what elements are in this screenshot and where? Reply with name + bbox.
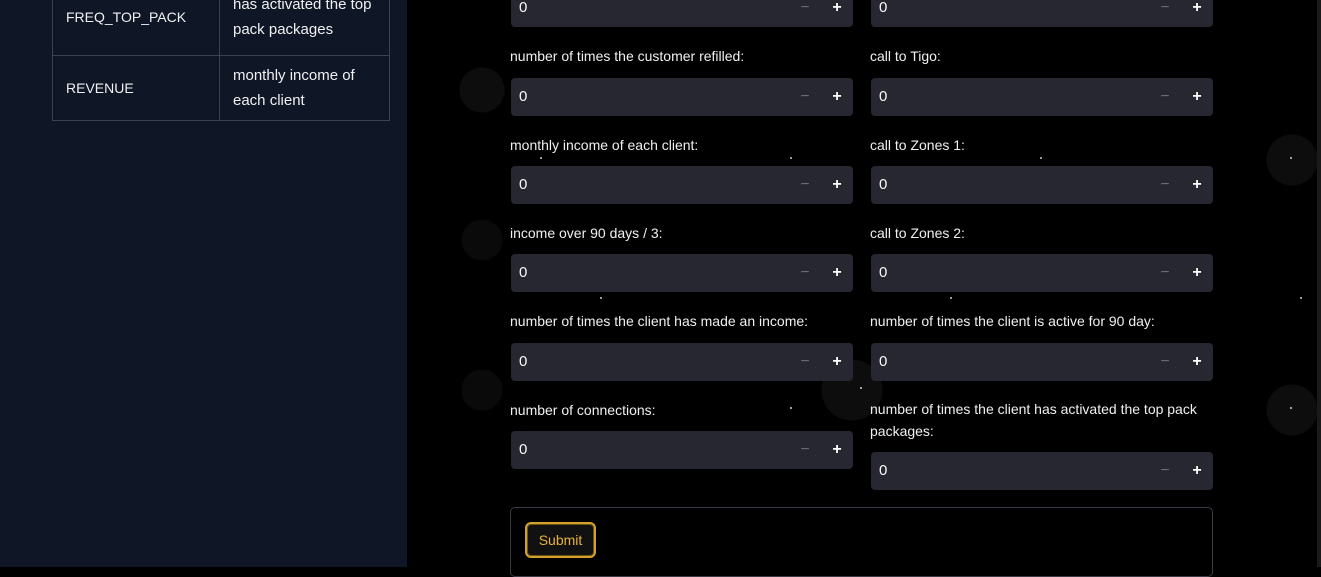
decrement-button[interactable]: − — [789, 78, 821, 116]
star-decoration — [790, 157, 792, 159]
increment-button[interactable]: + — [821, 343, 853, 381]
field-top-pack: number of times the client has activated… — [870, 398, 1213, 490]
field-monthly-income: monthly income of each client: 0 − + — [510, 134, 853, 204]
star-decoration — [1290, 157, 1292, 159]
number-input-value[interactable]: 0 — [879, 166, 887, 204]
field-call-zones-2: call to Zones 2: 0 − + — [870, 222, 1213, 292]
number-input-value[interactable]: 0 — [519, 166, 527, 204]
feature-description-table: FREQ_TOP_PACK has activated the top pack… — [52, 0, 390, 121]
decrement-button[interactable]: − — [789, 343, 821, 381]
star-decoration — [950, 297, 952, 299]
table-cell-key: REVENUE — [52, 55, 220, 121]
field-connections: number of connections: 0 − + — [510, 399, 853, 469]
number-input-value[interactable]: 0 — [879, 254, 887, 292]
decrement-button[interactable]: − — [789, 0, 821, 27]
table-row: FREQ_TOP_PACK has activated the top pack… — [52, 0, 390, 56]
decrement-button[interactable]: − — [1149, 343, 1181, 381]
field-label: call to Zones 2: — [870, 225, 965, 241]
increment-button[interactable]: + — [1181, 78, 1213, 116]
increment-button[interactable]: + — [821, 254, 853, 292]
number-input-value[interactable]: 0 — [879, 452, 887, 490]
increment-button[interactable]: + — [821, 431, 853, 469]
increment-button[interactable]: + — [821, 0, 853, 27]
star-decoration — [600, 297, 602, 299]
table-row: REVENUE monthly income of each client — [52, 55, 390, 121]
field-label: monthly income of each client: — [510, 137, 699, 153]
decrement-button[interactable]: − — [789, 254, 821, 292]
star-decoration — [1290, 407, 1292, 409]
field-label: income over 90 days / 3: — [510, 225, 663, 241]
number-input-top-right[interactable]: 0 − + — [871, 0, 1213, 27]
field-active-90-days: number of times the client is active for… — [870, 310, 1213, 381]
number-input-income-count[interactable]: 0 − + — [511, 343, 853, 381]
increment-button[interactable]: + — [1181, 452, 1213, 490]
decrement-button[interactable]: − — [789, 431, 821, 469]
increment-button[interactable]: + — [821, 166, 853, 204]
decrement-button[interactable]: − — [1149, 0, 1181, 27]
number-input-value[interactable]: 0 — [519, 78, 527, 116]
field-label: call to Tigo: — [870, 48, 941, 64]
field-income-90-days: income over 90 days / 3: 0 − + — [510, 222, 853, 292]
main-content: 0 − + 0 − + number of times the customer… — [407, 0, 1321, 577]
number-input-top-left[interactable]: 0 − + — [511, 0, 853, 27]
table-cell-value: has activated the top pack packages — [219, 0, 390, 56]
field-label: number of times the client is active for… — [870, 313, 1155, 329]
table-cell-value: monthly income of each client — [219, 55, 390, 121]
number-input-call-zones-2[interactable]: 0 − + — [871, 254, 1213, 292]
sidebar: FREQ_TOP_PACK has activated the top pack… — [0, 0, 408, 567]
number-input-value[interactable]: 0 — [879, 0, 887, 27]
number-input-refills[interactable]: 0 − + — [511, 78, 853, 116]
increment-button[interactable]: + — [1181, 0, 1213, 27]
star-decoration — [860, 387, 862, 389]
decrement-button[interactable]: − — [1149, 166, 1181, 204]
field-label: number of times the client has made an i… — [510, 313, 809, 329]
number-input-active-90-days[interactable]: 0 − + — [871, 343, 1213, 381]
decrement-button[interactable]: − — [789, 166, 821, 204]
field-call-zones-1: call to Zones 1: 0 − + — [870, 134, 1213, 204]
field-call-tigo: call to Tigo: 0 − + — [870, 45, 1213, 116]
field-label: number of times the customer refilled: — [510, 48, 745, 64]
increment-button[interactable]: + — [1181, 343, 1213, 381]
number-input-value[interactable]: 0 — [879, 78, 887, 116]
star-decoration — [1040, 157, 1042, 159]
field-income-count: number of times the client has made an i… — [510, 310, 853, 381]
number-input-value[interactable]: 0 — [519, 343, 527, 381]
number-input-value[interactable]: 0 — [519, 254, 527, 292]
number-input-call-zones-1[interactable]: 0 − + — [871, 166, 1213, 204]
decrement-button[interactable]: − — [1149, 78, 1181, 116]
increment-button[interactable]: + — [821, 78, 853, 116]
field-label: number of connections: — [510, 402, 656, 418]
field-label: call to Zones 1: — [870, 137, 965, 153]
table-cell-key: FREQ_TOP_PACK — [52, 0, 220, 56]
number-input-top-pack[interactable]: 0 − + — [871, 452, 1213, 490]
decrement-button[interactable]: − — [1149, 254, 1181, 292]
number-input-value[interactable]: 0 — [879, 343, 887, 381]
number-input-income-90-days[interactable]: 0 − + — [511, 254, 853, 292]
number-input-monthly-income[interactable]: 0 − + — [511, 166, 853, 204]
star-decoration — [540, 157, 542, 159]
decrement-button[interactable]: − — [1149, 452, 1181, 490]
increment-button[interactable]: + — [1181, 254, 1213, 292]
number-input-value[interactable]: 0 — [519, 0, 527, 27]
submit-button[interactable]: Submit — [525, 522, 596, 558]
star-decoration — [1300, 297, 1302, 299]
number-input-call-tigo[interactable]: 0 − + — [871, 78, 1213, 116]
field-label: number of times the client has activated… — [870, 401, 1197, 439]
number-input-value[interactable]: 0 — [519, 431, 527, 469]
increment-button[interactable]: + — [1181, 166, 1213, 204]
number-input-connections[interactable]: 0 − + — [511, 431, 853, 469]
scrollbar[interactable] — [1317, 0, 1321, 567]
field-refills: number of times the customer refilled: 0… — [510, 45, 853, 116]
